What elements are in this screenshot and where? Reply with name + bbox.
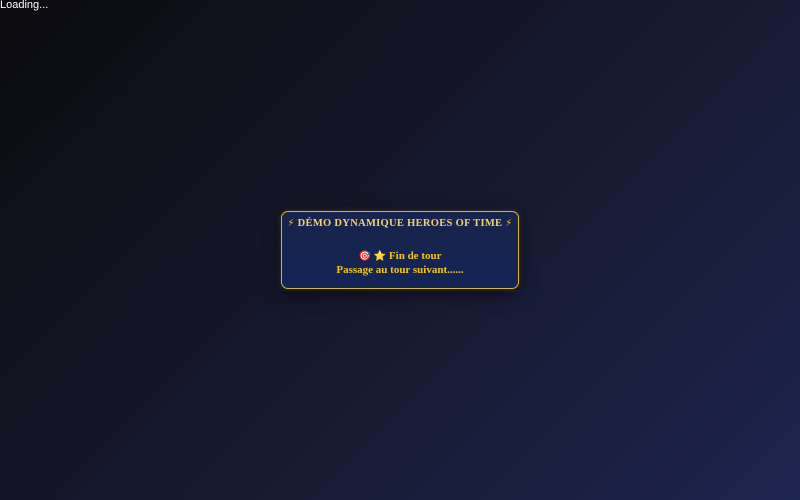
dialog-title-text: DÉMO DYNAMIQUE HEROES OF TIME (297, 218, 503, 229)
next-turn-text: Passage au tour suivant...... (336, 264, 464, 276)
dialog-title: ⚡ DÉMO DYNAMIQUE HEROES OF TIME ⚡ (282, 218, 518, 229)
demo-status-dialog: ⚡ DÉMO DYNAMIQUE HEROES OF TIME ⚡ 🎯 ⭐ Fi… (281, 211, 519, 289)
lightning-bolt-icon: ⚡ (505, 218, 513, 229)
target-icon: 🎯 (358, 251, 371, 262)
turn-end-line: 🎯 ⭐ Fin de tour (282, 250, 518, 262)
loading-text: Loading... (0, 0, 49, 11)
turn-end-text: Fin de tour (388, 250, 442, 262)
star-icon: ⭐ (373, 251, 387, 262)
lightning-bolt-icon: ⚡ (287, 218, 295, 229)
